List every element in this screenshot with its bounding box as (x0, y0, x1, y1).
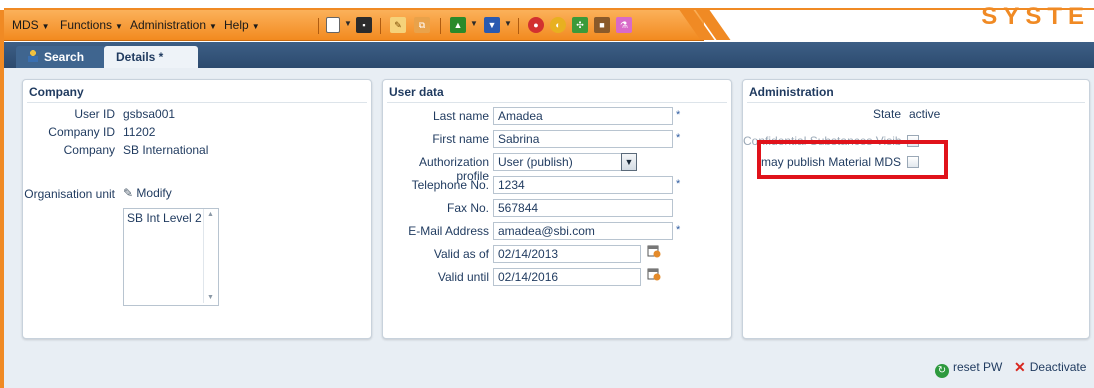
administration-panel: Administration State active Confidential… (742, 79, 1090, 339)
first-name-input[interactable] (493, 130, 673, 148)
pencil-icon: ✎ (123, 186, 134, 200)
panel-title: Company (29, 85, 84, 99)
divider (27, 102, 367, 103)
valid-from-label: Valid as of (433, 247, 489, 261)
refresh-icon: ↻ (935, 364, 949, 378)
valid-until-label: Valid until (437, 270, 489, 284)
state-label: State (872, 107, 901, 121)
fax-input[interactable] (493, 199, 673, 217)
email-label: E-Mail Address (408, 224, 489, 238)
flask-icon[interactable]: ⚗ (616, 17, 632, 33)
tab-search[interactable]: Search (16, 46, 106, 68)
tab-strip: Search Details * (4, 42, 1094, 68)
reset-password-button[interactable]: ↻ reset PW (935, 359, 1003, 378)
brand-logo: SYSTE (981, 3, 1090, 30)
user-id-value: gsbsa001 (123, 107, 176, 121)
calendar-icon[interactable] (647, 267, 661, 281)
list-item[interactable]: SB Int Level 2 (127, 211, 202, 225)
menu-toolbar: MDS ▼ Functions ▼ Administration ▼ Help ▼ ▼ … (4, 10, 704, 41)
chevron-down-icon: ▼ (41, 22, 50, 31)
download-icon[interactable]: ▼ (484, 17, 500, 33)
required-mark: * (676, 109, 681, 121)
close-icon: ✕ (1014, 359, 1026, 375)
panel-title: User data (389, 85, 444, 99)
menu-help-label: Help (224, 18, 249, 32)
divider (747, 102, 1085, 103)
telephone-input[interactable] (493, 176, 673, 194)
company-panel: Company User ID gsbsa001 Company ID 1120… (22, 79, 372, 339)
menu-mds[interactable]: MDS ▼ (12, 10, 50, 40)
modify-link[interactable]: ✎ Modify (123, 186, 172, 200)
user-id-label: User ID (74, 107, 115, 121)
app-window: MDS ▼ Functions ▼ Administration ▼ Help ▼ ▼ … (0, 0, 1094, 388)
publish-material-checkbox[interactable] (907, 156, 919, 168)
first-name-label: First name (432, 132, 489, 146)
toolbar-separator (318, 18, 319, 34)
valid-from-input[interactable] (493, 245, 641, 263)
menu-functions[interactable]: Functions ▼ (60, 10, 123, 40)
company-label: Company (63, 143, 115, 157)
org-unit-label: Organisation unit (24, 187, 115, 201)
modify-label: Modify (136, 186, 172, 200)
fax-label: Fax No. (446, 201, 489, 215)
state-value: active (909, 107, 941, 121)
required-mark: * (676, 224, 681, 236)
reset-password-label: reset PW (953, 360, 1003, 374)
last-name-input[interactable] (493, 107, 673, 125)
menu-mds-label: MDS (12, 18, 39, 32)
confidential-checkbox[interactable] (907, 135, 919, 147)
scroll-down-icon[interactable]: ▼ (207, 294, 214, 301)
toolbar-separator (440, 18, 441, 34)
chevron-down-icon[interactable]: ▼ (504, 19, 512, 28)
panel-title: Administration (749, 85, 834, 99)
dropdown-arrow-icon[interactable]: ▼ (621, 153, 637, 171)
menu-administration-label: Administration (130, 18, 207, 32)
list-scrollbar[interactable]: ▲ ▼ (203, 209, 218, 303)
chevron-down-icon: ▼ (251, 22, 260, 31)
user-icon (28, 50, 38, 62)
menu-administration[interactable]: Administration ▼ (130, 10, 217, 40)
menu-help[interactable]: Help ▼ (224, 10, 260, 40)
divider (387, 102, 727, 103)
network-icon[interactable]: ✣ (572, 17, 588, 33)
chevron-down-icon: ▼ (209, 22, 217, 31)
scroll-up-icon[interactable]: ▲ (207, 211, 214, 218)
toolbar-separator (518, 18, 519, 34)
deactivate-label: Deactivate (1029, 360, 1087, 374)
tab-details-label: Details * (116, 50, 164, 64)
main-content: Company User ID gsbsa001 Company ID 1120… (4, 68, 1094, 388)
chevron-down-icon: ▼ (115, 22, 123, 31)
calendar-icon[interactable] (647, 244, 661, 258)
chevron-down-icon[interactable]: ▼ (344, 19, 352, 28)
copy-document-icon[interactable]: ⧉ (414, 17, 430, 33)
company-id-value: 11202 (123, 125, 156, 139)
last-name-label: Last name (432, 109, 489, 123)
required-mark: * (676, 178, 681, 190)
package-icon[interactable]: ■ (594, 17, 610, 33)
company-id-label: Company ID (48, 125, 115, 139)
menu-functions-label: Functions (60, 18, 113, 32)
upload-icon[interactable]: ▲ (450, 17, 466, 33)
publish-material-label: may publish Material MDS (760, 155, 901, 169)
stop-icon[interactable]: ● (528, 17, 544, 33)
user-data-panel: User data Last name * First name * Autho… (382, 79, 732, 339)
required-mark: * (676, 132, 681, 144)
auth-profile-value: User (publish) (498, 155, 573, 169)
tab-details[interactable]: Details * (104, 46, 198, 68)
toolbar-separator (380, 18, 381, 34)
company-value: SB International (123, 143, 209, 157)
auth-profile-select[interactable]: User (publish) ▼ (493, 153, 637, 171)
edit-document-icon[interactable]: ✎ (390, 17, 406, 33)
valid-until-input[interactable] (493, 268, 641, 286)
save-icon[interactable]: ▪ (356, 17, 372, 33)
new-document-icon[interactable] (326, 17, 340, 33)
telephone-label: Telephone No. (411, 178, 489, 192)
tab-search-label: Search (44, 50, 85, 64)
org-unit-list[interactable]: SB Int Level 2 ▲ ▼ (123, 208, 219, 306)
globe-icon[interactable]: ◐ (550, 17, 566, 33)
deactivate-button[interactable]: ✕ Deactivate (1014, 359, 1086, 375)
email-input[interactable] (493, 222, 673, 240)
confidential-label: Confidential Substances Visible (743, 134, 901, 148)
chevron-down-icon[interactable]: ▼ (470, 19, 478, 28)
